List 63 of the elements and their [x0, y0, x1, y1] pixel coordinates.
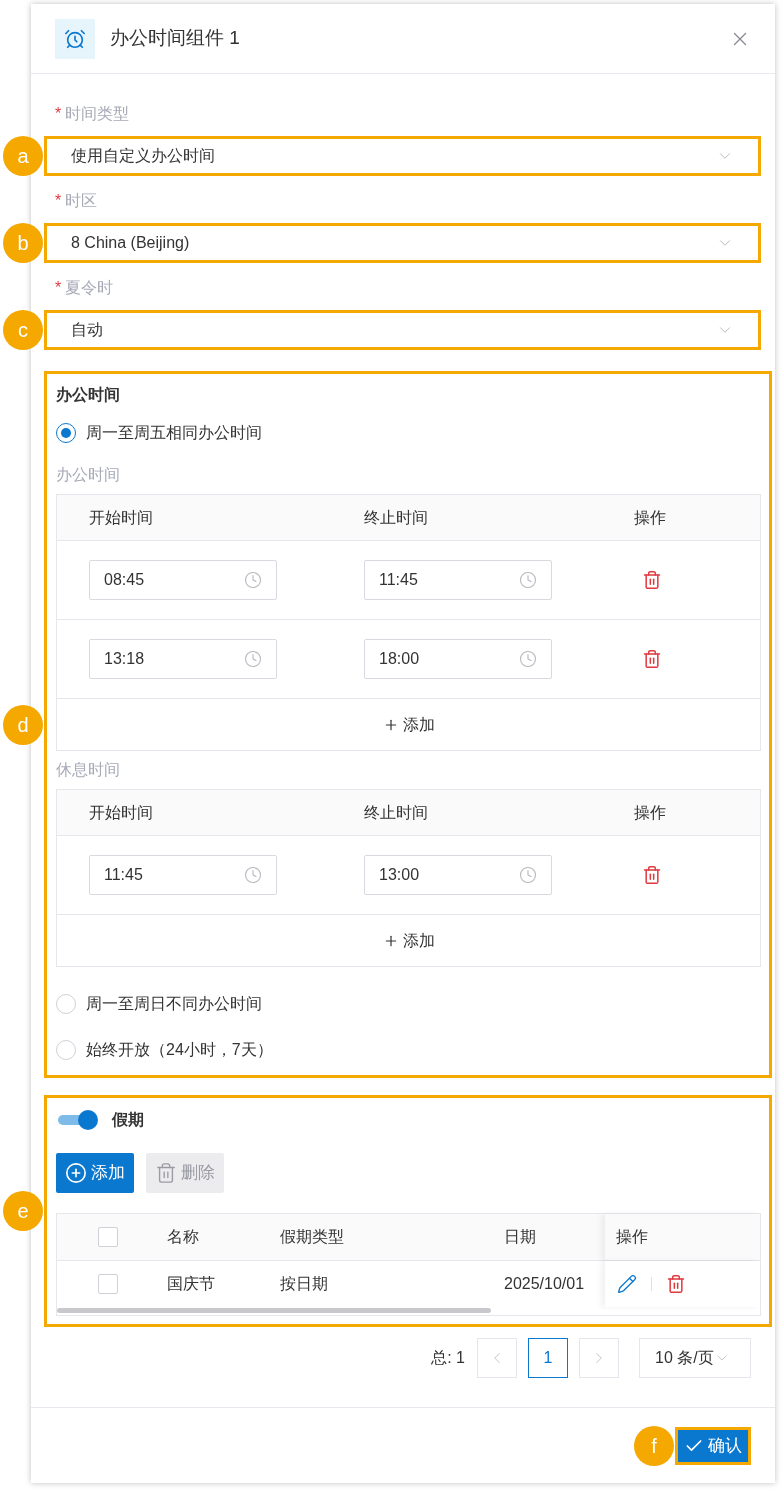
column-header: 名称 — [167, 1227, 200, 1247]
clock-icon — [519, 571, 537, 589]
column-header: 日期 — [504, 1227, 537, 1247]
column-header: 操作 — [605, 1214, 760, 1260]
table-cell-text: 2025/10/01 — [504, 1274, 586, 1294]
callout-marker: a — [3, 136, 43, 176]
required-asterisk: * — [55, 191, 62, 211]
clock-icon — [244, 571, 262, 589]
required-asterisk: * — [55, 104, 62, 124]
column-header: 开始时间 — [89, 507, 154, 528]
delete-icon[interactable] — [666, 1274, 686, 1294]
column-header: 开始时间 — [89, 802, 154, 823]
time-input[interactable]: 13:00 — [364, 855, 552, 895]
time-input[interactable]: 11:45 — [89, 855, 277, 895]
clock-icon — [519, 650, 537, 668]
required-asterisk: * — [55, 278, 62, 298]
table-cell-text: 国庆节 — [167, 1274, 216, 1294]
toggle-switch[interactable] — [58, 1110, 98, 1130]
section-title: 假期 — [112, 1110, 144, 1130]
callout-marker: d — [3, 704, 43, 745]
checkbox[interactable] — [98, 1274, 118, 1294]
clock-icon — [244, 650, 262, 668]
column-header: 假期类型 — [280, 1227, 345, 1247]
page-size-select[interactable]: 10 条/页 — [639, 1338, 751, 1378]
time-input[interactable]: 18:00 — [364, 639, 552, 679]
delete-icon[interactable] — [642, 649, 662, 669]
radio-option[interactable]: 周一至周五相同办公时间 — [56, 410, 761, 456]
subsection-label: 办公时间 — [56, 465, 121, 485]
time-input[interactable]: 13:18 — [89, 639, 277, 679]
radio-option[interactable]: 周一至周日不同办公时间 — [56, 981, 761, 1027]
time-input[interactable]: 08:45 — [89, 560, 277, 600]
total-count: 总: 1 — [431, 1348, 465, 1368]
column-header: 终止时间 — [364, 802, 429, 823]
field-label: 时间类型 — [65, 104, 130, 124]
delete-icon[interactable] — [642, 570, 662, 590]
callout-marker: b — [3, 223, 43, 263]
edit-icon[interactable] — [617, 1274, 637, 1294]
trash-icon — [155, 1162, 177, 1184]
delete-icon[interactable] — [642, 865, 662, 885]
radio-option[interactable]: 始终开放（24小时，7天） — [56, 1027, 761, 1073]
column-header: 操作 — [634, 802, 666, 823]
checkbox[interactable] — [98, 1227, 118, 1247]
page-button[interactable]: 1 — [528, 1338, 568, 1378]
clock-icon — [244, 866, 262, 884]
callout-marker: c — [3, 310, 43, 350]
add-button[interactable]: 添加 — [56, 1153, 134, 1193]
section-title: 办公时间 — [56, 385, 121, 405]
callout-marker: f — [634, 1425, 674, 1466]
clock-icon — [519, 866, 537, 884]
column-header: 终止时间 — [364, 507, 429, 528]
dialog-title: 办公时间组件 1 — [110, 26, 240, 51]
plus-circle-icon — [65, 1162, 87, 1184]
alarm-clock-icon — [55, 18, 95, 59]
column-header: 操作 — [634, 507, 666, 528]
field-label: 时区 — [65, 191, 98, 211]
subsection-label: 休息时间 — [56, 760, 121, 780]
add-row-button[interactable]: 添加 — [382, 712, 435, 737]
scrollbar[interactable] — [57, 1308, 491, 1313]
add-row-button[interactable]: 添加 — [382, 928, 435, 953]
callout-marker: e — [3, 1191, 43, 1231]
field-label: 夏令时 — [65, 278, 114, 298]
time-input[interactable]: 11:45 — [364, 560, 552, 600]
table-cell-text: 按日期 — [280, 1274, 329, 1294]
